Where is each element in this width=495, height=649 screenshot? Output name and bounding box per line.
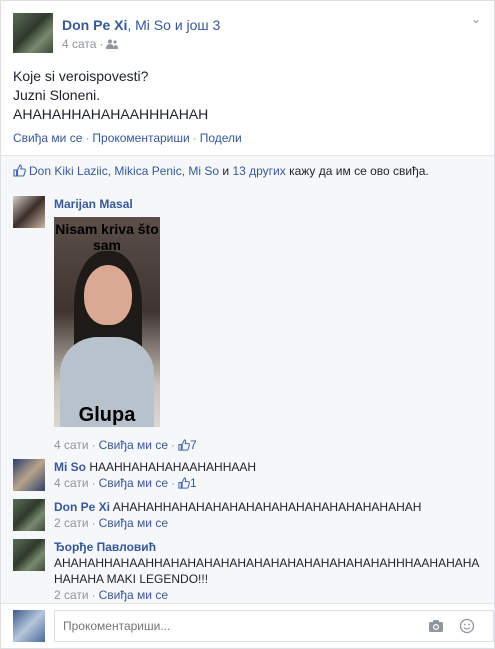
avatar[interactable] bbox=[13, 539, 45, 571]
comment-time[interactable]: 4 сати bbox=[54, 438, 89, 452]
post-line: AHAHAHHAHAHAAHHHAHAH bbox=[13, 106, 209, 122]
avatar[interactable] bbox=[13, 499, 45, 531]
comment-author[interactable]: Ђорђе Павловић bbox=[54, 539, 486, 555]
thumbs-up-icon[interactable] bbox=[178, 477, 190, 489]
emoji-icon[interactable] bbox=[459, 618, 475, 634]
comment-like-count[interactable]: 1 bbox=[190, 476, 197, 490]
comment-meta: 4 сати · Свиђа ми се · 7 bbox=[54, 437, 474, 453]
meme-top-caption: Nisam kriva što sam bbox=[55, 221, 159, 253]
comment-like-button[interactable]: Свиђа ми се bbox=[99, 476, 168, 490]
comment-like-count[interactable]: 7 bbox=[190, 438, 197, 452]
likes-suffix: кажу да им се ово свиђа. bbox=[285, 164, 429, 178]
meta-separator: · bbox=[171, 438, 176, 452]
comment-time[interactable]: 4 сати bbox=[54, 476, 89, 490]
avatar[interactable] bbox=[13, 196, 45, 228]
meta-separator: · bbox=[91, 516, 96, 530]
post-author-line: Don Pe Xi, Mi So и још 3 bbox=[62, 17, 220, 33]
comment-text: AHAHAHHAHAHAHAHAHAHAHAHAHAHAHAHAHAHAH bbox=[112, 500, 422, 514]
action-separator: · bbox=[85, 131, 90, 145]
thumbs-up-icon[interactable] bbox=[178, 439, 190, 451]
post-line: Koje si veroispovesti? bbox=[13, 68, 149, 84]
post-action-bar: Свиђа ми се · Прокоментариши · Подели bbox=[13, 131, 242, 145]
avatar[interactable] bbox=[13, 459, 45, 491]
tagged-people-link[interactable]: , Mi So и још 3 bbox=[127, 17, 220, 33]
post-line: Juzni Sloneni. bbox=[13, 87, 101, 103]
post-header: Don Pe Xi, Mi So и још 3 4 сата · ⌄ bbox=[13, 13, 483, 55]
comment-text: AHAHAHHAHAAHHAHAHAHAHAHAHAHAHAHAHAHAHAHA… bbox=[54, 556, 480, 586]
reply-box bbox=[13, 610, 494, 642]
comment-body: Mi So HAAHHAHAHAHAAHAHHAAH 4 сати · Свиђа … bbox=[54, 459, 474, 491]
meta-separator: · bbox=[99, 37, 104, 51]
comment-author[interactable]: Marijan Masal bbox=[54, 196, 474, 212]
meta-separator: · bbox=[91, 438, 96, 452]
comment-photo[interactable]: Nisam kriva što sam Glupa bbox=[54, 217, 160, 427]
meta-separator: · bbox=[171, 476, 176, 490]
post-card: Don Pe Xi, Mi So и још 3 4 сата · ⌄ Koje … bbox=[0, 0, 495, 649]
action-separator: · bbox=[192, 131, 197, 145]
comment-like-button[interactable]: Свиђа ми се bbox=[99, 438, 168, 452]
photo-face bbox=[84, 265, 132, 325]
comment-meta: 2 сати · Свиђа ми се bbox=[54, 587, 486, 603]
likers-link[interactable]: Don Kiki Laziic, Mikica Penic, Mi So bbox=[29, 164, 219, 178]
comment-author[interactable]: Don Pe Xi bbox=[54, 500, 110, 514]
share-button[interactable]: Подели bbox=[200, 131, 242, 145]
post-meta: 4 сата · bbox=[62, 37, 119, 51]
post-message: Koje si veroispovesti? Juzni Sloneni. AH… bbox=[13, 67, 208, 124]
meme-bottom-caption: Glupa bbox=[78, 404, 136, 426]
meta-separator: · bbox=[91, 588, 96, 602]
comment-time[interactable]: 2 сати bbox=[54, 516, 89, 530]
comment-like-button[interactable]: Свиђа ми се bbox=[99, 588, 168, 602]
comment-body: Don Pe Xi AHAHAHHAHAHAHAHAHAHAHAHAHAHAHA… bbox=[54, 499, 474, 531]
comment-body: Marijan Masal Nisam kriva što sam Glupa … bbox=[54, 196, 474, 453]
comment-meta: 2 сати · Свиђа ми се bbox=[54, 515, 474, 531]
comment-like-button[interactable]: Свиђа ми се bbox=[99, 516, 168, 530]
meta-separator: · bbox=[91, 476, 96, 490]
comment-time[interactable]: 2 сати bbox=[54, 588, 89, 602]
chevron-down-icon[interactable]: ⌄ bbox=[469, 13, 483, 27]
comment-button[interactable]: Прокоментариши bbox=[92, 131, 189, 145]
post-timestamp[interactable]: 4 сата bbox=[62, 37, 96, 51]
comment-meta: 4 сати · Свиђа ми се · 1 bbox=[54, 475, 474, 491]
comment-author[interactable]: Mi So bbox=[54, 460, 86, 474]
likes-summary: Don Kiki Laziic, Mikica Penic, Mi So и 1… bbox=[1, 156, 494, 186]
likes-conjunction: и bbox=[219, 164, 233, 178]
author-name-link[interactable]: Don Pe Xi bbox=[62, 17, 127, 33]
comment-body: Ђорђе Павловић AHAHAHHAHAAHHAHAHAHAHAHAH… bbox=[54, 539, 486, 603]
divider bbox=[1, 603, 494, 604]
author-avatar[interactable] bbox=[13, 13, 53, 53]
avatar[interactable] bbox=[13, 610, 45, 642]
others-link[interactable]: 13 других bbox=[232, 164, 285, 178]
thumbs-up-icon bbox=[13, 164, 26, 177]
friends-icon[interactable] bbox=[106, 39, 119, 49]
like-button[interactable]: Свиђа ми се bbox=[13, 131, 82, 145]
camera-icon[interactable] bbox=[428, 618, 444, 634]
comment-text: HAAHHAHAHAHAAHAHHAAH bbox=[89, 460, 257, 474]
